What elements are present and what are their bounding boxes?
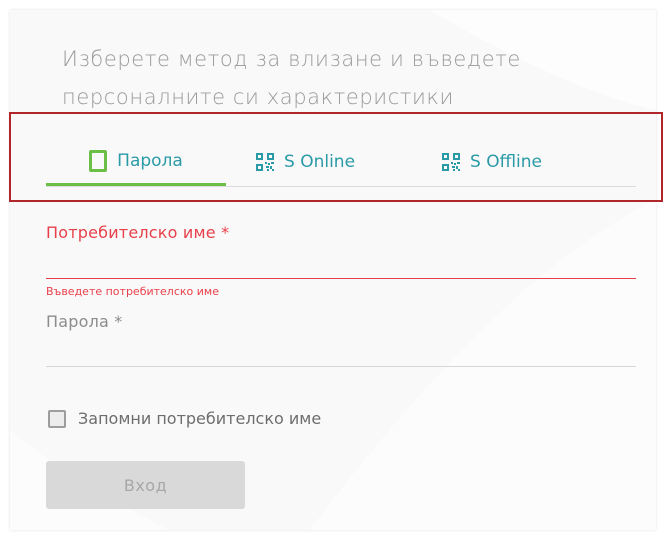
- intro-line-2: персоналните си характеристики: [62, 85, 454, 109]
- intro-text: Изберете метод за влизане и въведете пер…: [62, 40, 622, 116]
- login-button[interactable]: Вход: [46, 461, 245, 509]
- tab-s-offline[interactable]: S Offline: [442, 138, 542, 186]
- intro-line-1: Изберете метод за влизане и въведете: [62, 47, 521, 71]
- qr-code-icon: [256, 153, 274, 171]
- tab-s-online-label: S Online: [284, 152, 356, 172]
- password-input[interactable]: [46, 336, 636, 367]
- login-method-tabs: Парола S Online S Offline: [46, 138, 636, 187]
- tab-password-label: Парола: [117, 150, 183, 171]
- phone-icon: [89, 149, 108, 172]
- remember-username-label: Запомни потребителско име: [78, 409, 322, 428]
- username-label: Потребителско име *: [46, 223, 230, 242]
- tab-s-online[interactable]: S Online: [256, 138, 355, 186]
- username-error: Въведете потребителско име: [46, 285, 219, 298]
- password-label: Парола *: [46, 312, 123, 331]
- tab-password[interactable]: Парола: [46, 138, 226, 186]
- checkbox-box[interactable]: [48, 409, 66, 428]
- login-card: Изберете метод за влизане и въведете пер…: [10, 10, 656, 530]
- remember-username-checkbox[interactable]: Запомни потребителско име: [48, 409, 321, 428]
- qr-code-icon: [442, 153, 460, 171]
- tab-s-offline-label: S Offline: [470, 152, 542, 172]
- username-input[interactable]: [46, 248, 636, 279]
